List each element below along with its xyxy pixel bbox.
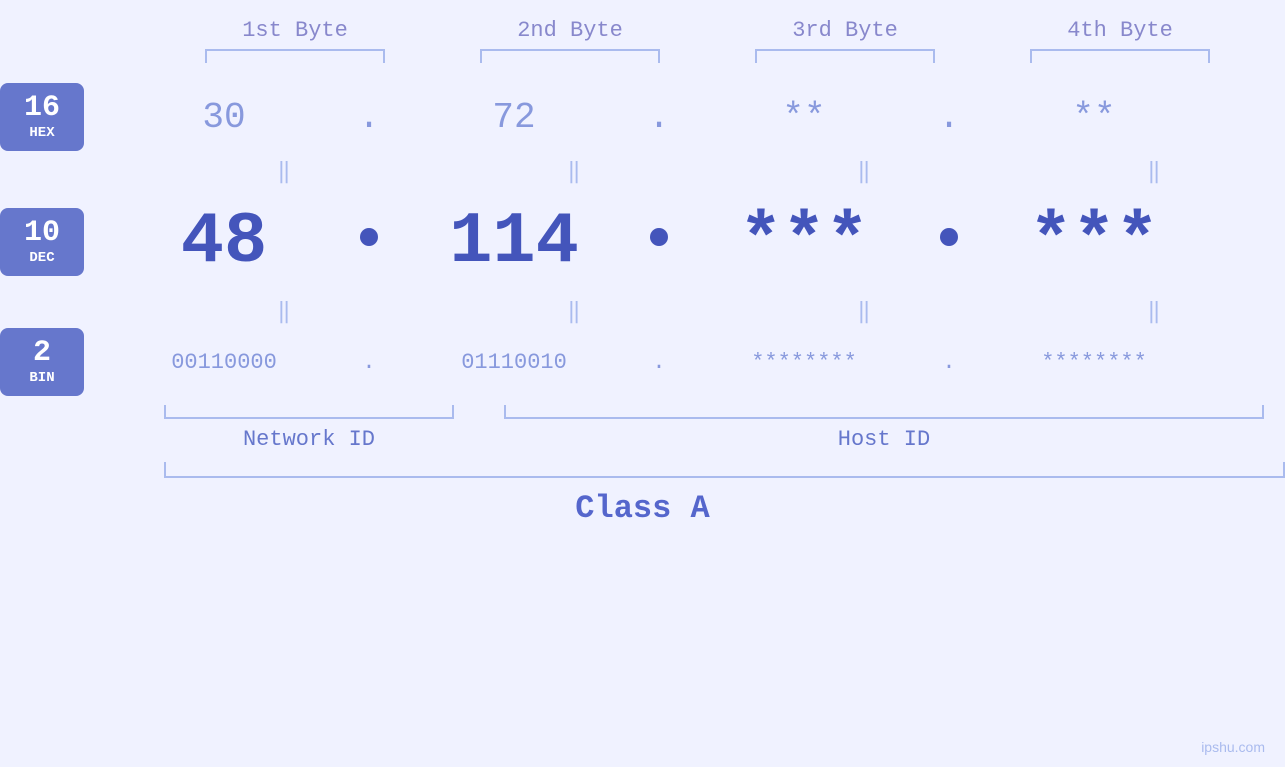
hex-val1: 30 [104, 97, 344, 138]
dec-val2: 114 [394, 201, 634, 283]
dec-badge-num: 10 [24, 218, 60, 248]
eq3: ‖ [744, 159, 984, 185]
dec-val1: 48 [104, 201, 344, 283]
outer-bracket [164, 462, 1285, 478]
equals-row-1: ‖ ‖ ‖ ‖ [0, 157, 1285, 187]
eq4: ‖ [1034, 159, 1274, 185]
byte1-label: 1st Byte [158, 18, 433, 43]
hex-values: 30 . 72 . ** . ** [104, 97, 1285, 138]
network-id-label: Network ID [164, 427, 454, 452]
class-label: Class A [0, 490, 1285, 527]
eq8: ‖ [1034, 299, 1274, 325]
bin-dot2: . [634, 350, 684, 375]
dec-dot1 [344, 228, 394, 256]
dec-dot2 [634, 228, 684, 256]
hex-badge: 16 HEX [0, 83, 84, 151]
hex-val4: ** [974, 97, 1214, 138]
network-bracket [164, 405, 454, 419]
bracket1 [158, 49, 433, 63]
hex-row: 16 HEX 30 . 72 . ** . ** [0, 77, 1285, 157]
bin-val1: 00110000 [104, 350, 344, 375]
equals-row-2: ‖ ‖ ‖ ‖ [0, 297, 1285, 327]
bin-dot3: . [924, 350, 974, 375]
eq7: ‖ [744, 299, 984, 325]
bottom-brackets [0, 405, 1285, 419]
dec-badge-label: DEC [29, 250, 54, 266]
dec-badge: 10 DEC [0, 208, 84, 276]
hex-badge-num: 16 [24, 93, 60, 123]
hex-badge-label: HEX [29, 125, 54, 141]
bracket3 [708, 49, 983, 63]
byte2-label: 2nd Byte [433, 18, 708, 43]
bin-badge: 2 BIN [0, 328, 84, 396]
bracket4 [983, 49, 1258, 63]
eq1: ‖ [164, 159, 404, 185]
bin-val3: ******** [684, 350, 924, 375]
bin-val2: 01110010 [394, 350, 634, 375]
byte-headers: 1st Byte 2nd Byte 3rd Byte 4th Byte [0, 18, 1285, 43]
dec-dot-circle-2 [650, 228, 668, 246]
dec-values: 48 114 *** *** [104, 201, 1285, 283]
header-brackets [0, 49, 1285, 63]
hex-dot3: . [924, 97, 974, 138]
dec-dot3 [924, 228, 974, 256]
dec-val3: *** [684, 201, 924, 283]
hex-val2: 72 [394, 97, 634, 138]
bracket2 [433, 49, 708, 63]
hex-dot2: . [634, 97, 684, 138]
host-bracket [504, 405, 1264, 419]
dec-dot-circle-1 [360, 228, 378, 246]
bin-badge-num: 2 [33, 338, 51, 368]
bin-row: 2 BIN 00110000 . 01110010 . ******** . [0, 327, 1285, 397]
watermark: ipshu.com [1201, 739, 1265, 755]
bin-badge-label: BIN [29, 370, 54, 386]
eq6: ‖ [454, 299, 694, 325]
host-id-label: Host ID [504, 427, 1264, 452]
hex-val3: ** [684, 97, 924, 138]
bin-val4: ******** [974, 350, 1214, 375]
bin-dot1: . [344, 350, 394, 375]
byte3-label: 3rd Byte [708, 18, 983, 43]
dec-val4: *** [974, 201, 1214, 283]
bin-values: 00110000 . 01110010 . ******** . *******… [104, 350, 1285, 375]
dec-row: 10 DEC 48 114 *** *** [0, 187, 1285, 297]
dec-dot-circle-3 [940, 228, 958, 246]
eq5: ‖ [164, 299, 404, 325]
eq2: ‖ [454, 159, 694, 185]
hex-dot1: . [344, 97, 394, 138]
byte4-label: 4th Byte [983, 18, 1258, 43]
id-labels-row: Network ID Host ID [0, 427, 1285, 452]
main-container: 1st Byte 2nd Byte 3rd Byte 4th Byte 16 H… [0, 0, 1285, 767]
